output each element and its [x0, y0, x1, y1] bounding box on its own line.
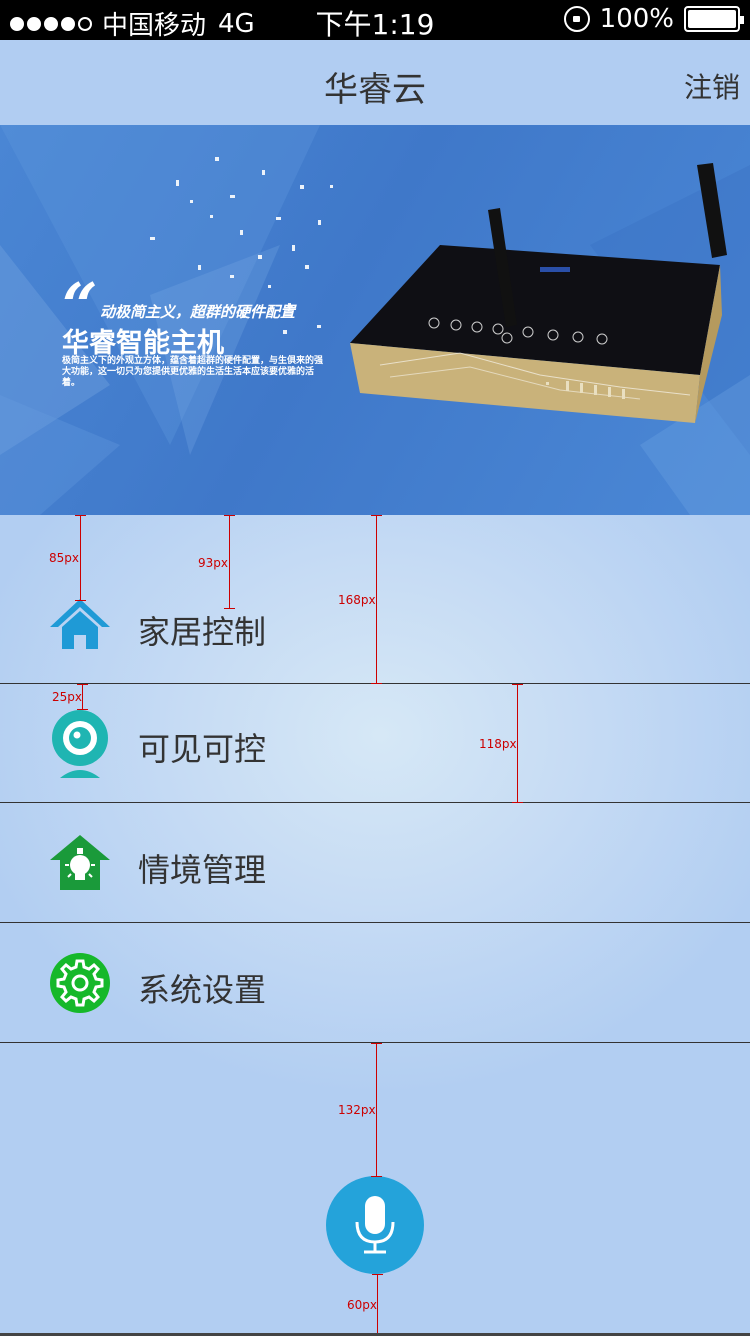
camera-icon — [52, 710, 108, 778]
annotation-label: 132px — [338, 1103, 376, 1117]
menu-item-visible-control[interactable]: 可见可控 — [0, 684, 750, 803]
nav-bar: 华睿云 注销 — [0, 40, 750, 125]
home-icon — [50, 599, 110, 649]
annotation-label: 168px — [338, 593, 376, 607]
rotation-lock-icon — [563, 6, 590, 32]
scene-bulb-icon — [50, 835, 110, 890]
status-right: 100% — [563, 4, 744, 34]
logout-button[interactable]: 注销 — [684, 66, 740, 106]
annotation-label: 60px — [347, 1298, 377, 1312]
microphone-icon — [355, 1196, 395, 1254]
annotation-label: 93px — [198, 556, 228, 570]
battery-icon — [684, 6, 744, 32]
menu-item-system-settings[interactable]: 系统设置 — [0, 923, 750, 1043]
annotation-label: 85px — [49, 551, 79, 565]
status-bar: 中国移动 4G 下午1:19 100% — [0, 0, 750, 41]
battery-percent: 100% — [599, 4, 674, 34]
menu-item-scene-management[interactable]: 情境管理 — [0, 803, 750, 923]
banner-slogan: 动极简主义，超群的硬件配置 — [100, 303, 296, 321]
voice-button[interactable] — [326, 1176, 424, 1274]
menu-label-home-control: 家居控制 — [138, 613, 267, 651]
banner-product-name: 华睿智能主机 — [62, 328, 224, 359]
annotation-label: 118px — [479, 737, 517, 751]
annotation-label: 25px — [52, 690, 82, 704]
menu-label-system-settings: 系统设置 — [138, 971, 267, 1009]
menu-label-scene-management: 情境管理 — [138, 851, 267, 889]
page-title: 华睿云 — [324, 70, 426, 110]
menu-label-visible-control: 可见可控 — [138, 730, 267, 768]
gear-icon — [50, 953, 110, 1013]
product-banner[interactable]: “ 动极简主义，超群的硬件配置 华睿智能主机 极简主义下的外观立方体，蕴含着超群… — [0, 125, 750, 515]
banner-description: 极简主义下的外观立方体，蕴含着超群的硬件配置，与生俱来的强大功能，这一切只为您提… — [62, 356, 324, 388]
